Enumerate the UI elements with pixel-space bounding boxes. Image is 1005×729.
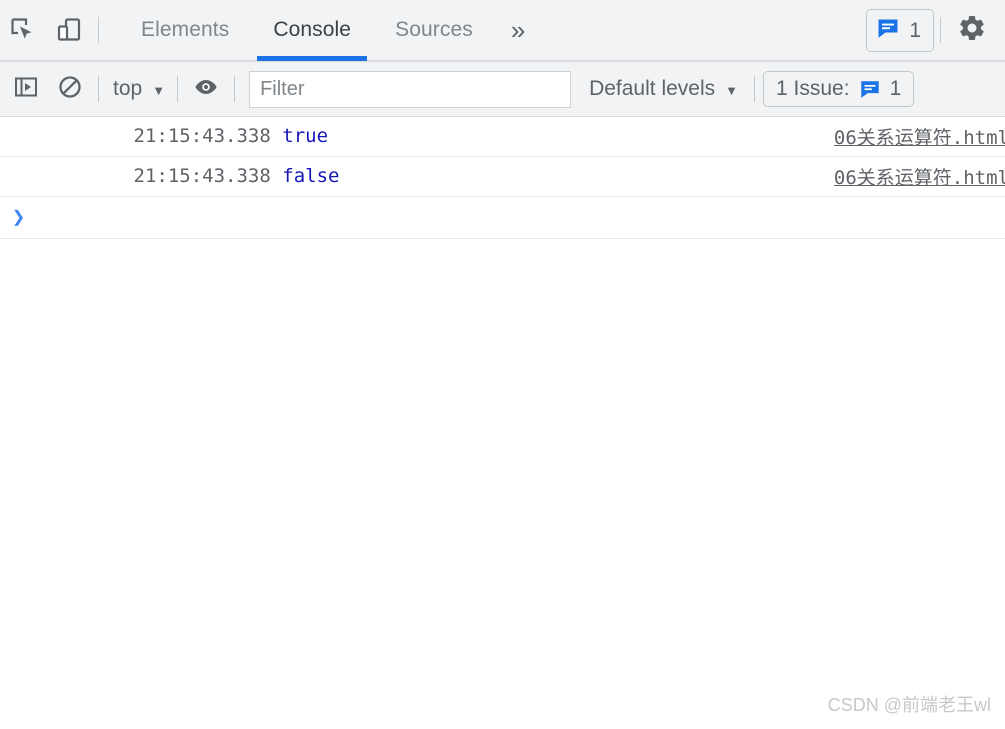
live-expression-button[interactable]	[184, 67, 228, 111]
prompt-chevron-icon: ❯	[12, 204, 26, 230]
issues-count-label: 1	[889, 77, 902, 100]
log-timestamp: 21:15:43.338	[133, 165, 271, 187]
inspect-element-icon	[9, 16, 37, 44]
tab-sources-label: Sources	[395, 18, 473, 41]
chevron-double-right-icon: »	[510, 15, 526, 45]
issues-label: 1 Issue:	[776, 77, 850, 100]
tab-elements-label: Elements	[141, 18, 230, 41]
clear-console-button[interactable]	[48, 67, 92, 111]
log-value: true	[282, 125, 329, 147]
console-log-row[interactable]: 21:15:43.338 false 06关系运算符.html	[0, 157, 1005, 197]
log-source-link[interactable]: 06关系运算符.html	[834, 163, 1005, 190]
log-source-link[interactable]: 06关系运算符.html	[834, 123, 1005, 150]
tabbar-divider	[98, 17, 99, 43]
inspect-element-button[interactable]	[0, 7, 46, 53]
devtools-tabbar: Elements Console Sources » 1	[0, 0, 1005, 62]
console-toolbar-divider-3	[234, 76, 236, 102]
log-value: false	[282, 165, 340, 187]
message-bubble-icon	[876, 16, 900, 45]
watermark-text: CSDN @前端老王wl	[827, 695, 991, 715]
message-bubble-icon	[859, 78, 881, 100]
live-expression-eye-icon	[192, 73, 220, 106]
devtools-panel: Elements Console Sources » 1 top ▼ Filte…	[0, 0, 1005, 729]
gear-icon	[957, 13, 987, 48]
console-toolbar-divider-4	[754, 76, 756, 102]
message-count-button[interactable]: 1	[866, 8, 934, 52]
console-sidebar-icon	[13, 74, 39, 105]
settings-button[interactable]	[947, 7, 997, 53]
filter-input[interactable]	[249, 70, 572, 108]
tab-console[interactable]: Console	[251, 0, 373, 61]
more-tabs-button[interactable]: »	[495, 0, 541, 61]
console-sidebar-button[interactable]	[4, 67, 48, 111]
log-timestamp: 21:15:43.338	[133, 125, 271, 147]
message-count-label: 1	[909, 18, 921, 42]
tab-sources[interactable]: Sources	[373, 0, 495, 61]
log-levels-label: Default levels	[589, 77, 716, 100]
tabbar-right-actions: 1	[866, 7, 1005, 53]
console-message-list: 21:15:43.338 true 06关系运算符.html 21:15:43.…	[0, 117, 1005, 729]
devtools-tabs: Elements Console Sources »	[119, 0, 541, 61]
log-levels-selector[interactable]: Default levels ▼	[579, 77, 748, 101]
console-toolbar: top ▼ Default levels ▼ 1 Issue:	[0, 62, 1005, 117]
execution-context-selector[interactable]: top ▼	[105, 77, 171, 101]
device-toolbar-icon	[55, 16, 83, 44]
console-toolbar-divider-1	[98, 76, 99, 102]
tabbar-right-divider	[940, 17, 941, 43]
tab-console-label: Console	[273, 18, 352, 41]
chevron-down-icon: ▼	[152, 82, 166, 98]
clear-console-icon	[57, 74, 83, 105]
execution-context-label: top	[113, 77, 143, 100]
chevron-down-icon: ▼	[725, 82, 739, 98]
tab-elements[interactable]: Elements	[119, 0, 251, 61]
device-toolbar-button[interactable]	[46, 7, 92, 53]
console-toolbar-divider-2	[177, 76, 179, 102]
issues-button[interactable]: 1 Issue: 1	[763, 71, 915, 107]
